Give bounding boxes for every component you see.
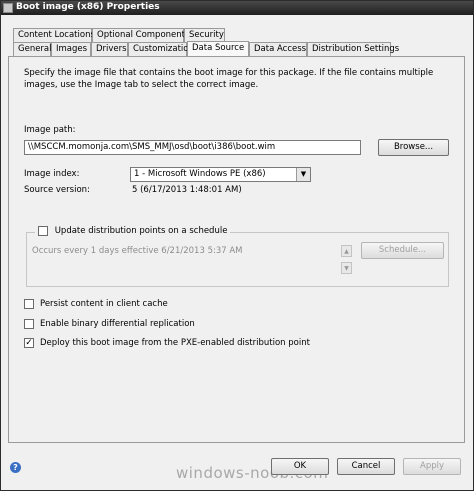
title-bar[interactable]: Boot image (x86) Properties <box>1 1 473 15</box>
help-icon[interactable]: ? <box>10 462 21 473</box>
tab-customization[interactable]: Customization <box>128 42 194 56</box>
ok-button[interactable]: OK <box>271 458 329 475</box>
binary-replication-label: Enable binary differential replication <box>40 319 195 329</box>
source-version-label: Source version: <box>24 185 90 195</box>
deploy-pxe-checkbox[interactable]: ✓ <box>24 338 34 348</box>
browse-button[interactable]: Browse... <box>378 139 449 156</box>
chevron-down-icon[interactable]: ▼ <box>296 168 310 181</box>
image-path-label: Image path: <box>24 125 76 135</box>
source-version-value: 5 (6/17/2013 1:48:01 AM) <box>132 185 242 195</box>
schedule-group-header: Update distribution points on a schedule <box>35 226 231 237</box>
spin-down-icon[interactable]: ▼ <box>341 262 352 274</box>
spin-up-icon[interactable]: ▲ <box>341 245 352 257</box>
deploy-pxe-label: Deploy this boot image from the PXE-enab… <box>40 338 310 348</box>
data-source-panel: Specify the image file that contains the… <box>8 56 465 443</box>
cancel-button[interactable]: Cancel <box>337 458 395 475</box>
image-path-field[interactable]: \\MSCCM.momonja.com\SMS_MMJ\osd\boot\i38… <box>24 140 361 155</box>
tab-distribution-settings[interactable]: Distribution Settings <box>307 42 399 56</box>
properties-dialog: Boot image (x86) Properties Content Loca… <box>0 0 474 491</box>
schedule-group: Update distribution points on a schedule… <box>26 226 449 287</box>
tab-data-access[interactable]: Data Access <box>249 42 307 56</box>
tab-images[interactable]: Images <box>51 42 91 56</box>
tab-security[interactable]: Security <box>184 28 225 42</box>
persist-content-label: Persist content in client cache <box>40 299 168 309</box>
image-index-value: 1 - Microsoft Windows PE (x86) <box>134 169 266 179</box>
check-icon: ✓ <box>25 338 33 348</box>
schedule-checkbox-label: Update distribution points on a schedule <box>54 226 228 236</box>
persist-content-checkbox[interactable] <box>24 299 34 309</box>
tab-content-locations[interactable]: Content Locations <box>13 28 95 42</box>
tab-drivers[interactable]: Drivers <box>91 42 128 56</box>
image-index-label: Image index: <box>24 169 80 179</box>
schedule-button[interactable]: Schedule... <box>361 242 444 259</box>
schedule-summary: Occurs every 1 days effective 6/21/2013 … <box>32 246 243 256</box>
description-text: Specify the image file that contains the… <box>24 68 434 90</box>
image-index-select[interactable]: 1 - Microsoft Windows PE (x86) ▼ <box>130 167 311 182</box>
tab-data-source[interactable]: Data Source <box>187 41 249 56</box>
schedule-checkbox[interactable] <box>38 226 48 236</box>
window-title: Boot image (x86) Properties <box>16 2 160 12</box>
tab-optional-components[interactable]: Optional Components <box>92 28 189 42</box>
window-icon <box>3 3 13 13</box>
binary-replication-checkbox[interactable] <box>24 319 34 329</box>
tab-general[interactable]: General <box>13 42 52 56</box>
apply-button[interactable]: Apply <box>403 458 461 475</box>
